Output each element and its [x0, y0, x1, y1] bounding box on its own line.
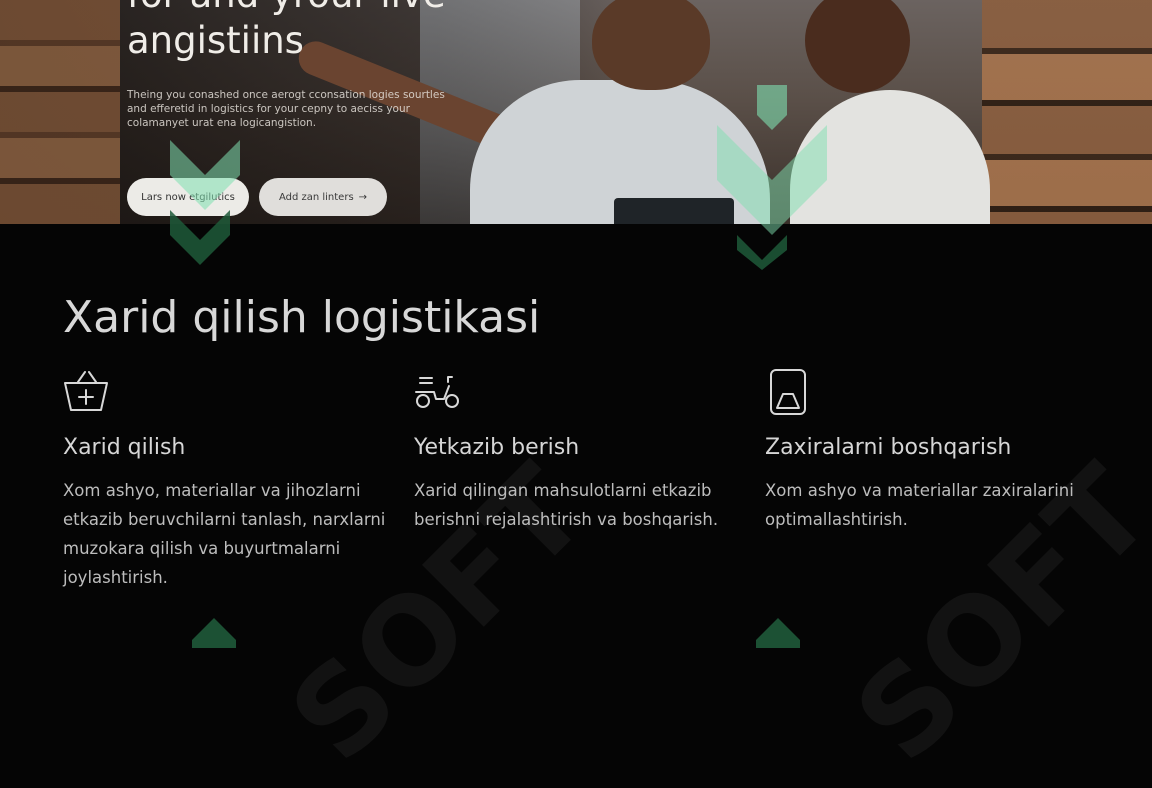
watermark-logo-icon — [192, 618, 236, 648]
watermark-logo-icon — [170, 140, 240, 265]
hero-shelves-left — [0, 0, 120, 224]
hero-secondary-button-label: Add zan linters — [278, 191, 354, 203]
feature-card-inventory: Zaxiralarni boshqarish Xom ashyo va mate… — [765, 368, 1095, 529]
hero-title: for and yrour live angistiins — [127, 0, 446, 62]
section-title: Xarid qilish logistikasi — [63, 292, 541, 343]
feature-title: Xarid qilish — [63, 435, 186, 460]
feature-description: Xarid qilingan mahsulotlarni etkazib ber… — [414, 481, 719, 529]
shopping-basket-icon — [64, 371, 108, 411]
delivery-scooter-icon — [415, 376, 459, 408]
hero-person-man-head — [592, 0, 710, 90]
watermark-logo-icon — [756, 618, 800, 648]
feature-description: Xom ashyo va materiallar zaxiralarini op… — [765, 481, 1074, 529]
feature-card-purchasing: Xarid qilish Xom ashyo, materiallar va j… — [63, 368, 393, 587]
hero-person-woman-head — [805, 0, 910, 93]
inventory-box-icon — [770, 369, 806, 415]
feature-title: Zaxiralarni boshqarish — [765, 435, 1012, 460]
watermark-logo-icon — [717, 85, 827, 270]
hero-secondary-button[interactable]: Add zan linters → — [259, 178, 387, 216]
feature-description: Xom ashyo, materiallar va jihozlarni etk… — [63, 481, 386, 587]
feature-card-delivery: Yetkazib berish Xarid qilingan mahsulotl… — [414, 368, 744, 529]
hero-shelves-right — [982, 0, 1152, 224]
feature-title: Yetkazib berish — [414, 435, 580, 460]
arrow-right-icon: → — [358, 191, 368, 203]
